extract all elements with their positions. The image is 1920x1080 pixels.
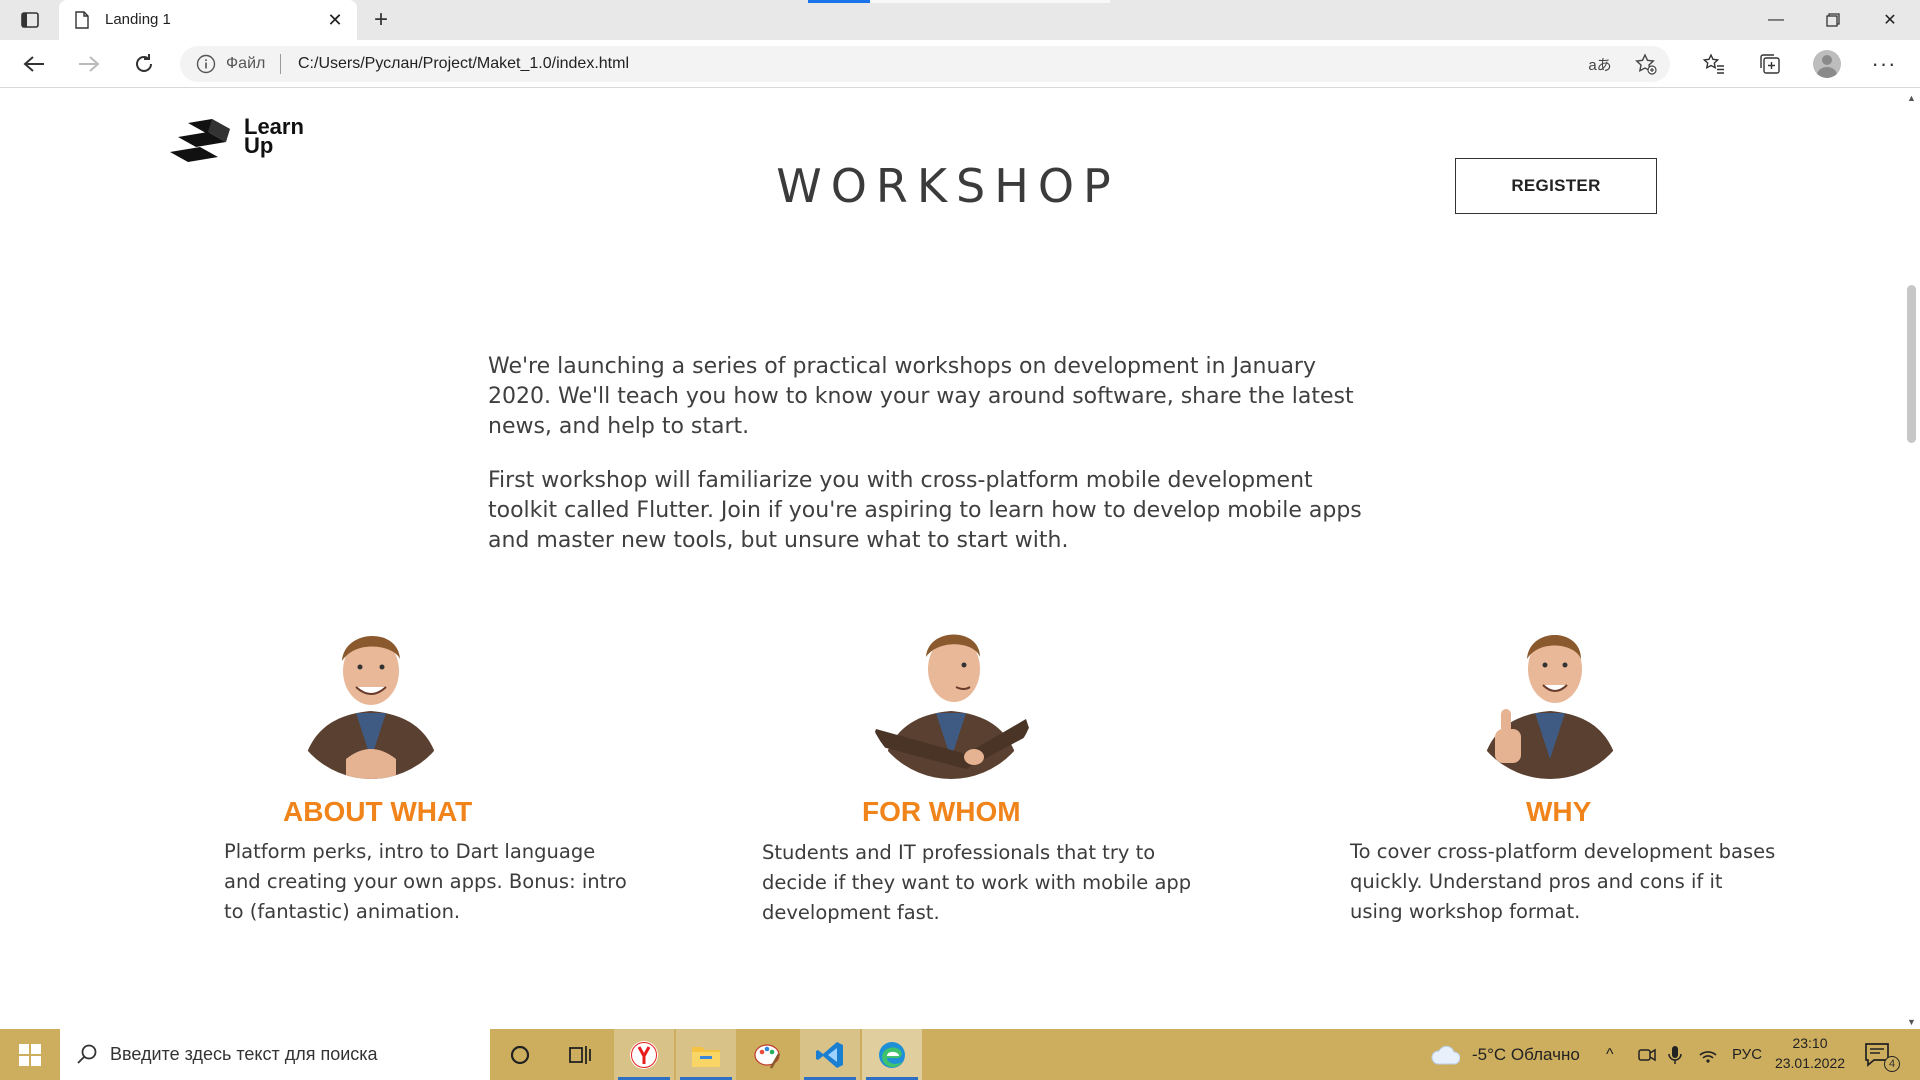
more-menu-icon[interactable]: ···	[1866, 48, 1902, 80]
wifi-icon[interactable]	[1698, 1029, 1718, 1080]
feature-title: FOR WHOM	[862, 796, 1021, 827]
register-button[interactable]: REGISTER	[1455, 158, 1657, 214]
weather-text: -5°C Облачно	[1472, 1044, 1580, 1064]
search-placeholder: Введите здесь текст для поиска	[110, 1044, 378, 1064]
presenter-photo-smiling	[286, 609, 456, 779]
tray-overflow-icon[interactable]: ^	[1606, 1029, 1614, 1080]
scrollbar-thumb[interactable]	[1907, 285, 1916, 443]
scroll-down-icon[interactable]: ▼	[1907, 1017, 1916, 1027]
clock-time: 23:10	[1792, 1035, 1828, 1051]
scheme-label: Файл	[226, 55, 266, 72]
profile-avatar[interactable]	[1809, 48, 1845, 80]
logo-text: Learn Up	[244, 116, 304, 157]
notification-center-icon[interactable]: 4	[1862, 1039, 1900, 1072]
url-text[interactable]: C:/Users/Руслан/Project/Maket_1.0/index.…	[298, 55, 629, 73]
system-clock[interactable]: 23:10 23.01.2022	[1760, 1033, 1860, 1073]
windows-start-icon[interactable]	[0, 1029, 60, 1080]
loading-indicator-track	[870, 0, 1110, 3]
feature-description: Platform perks, intro to Dart language a…	[224, 840, 627, 923]
intro-paragraph-1: We're launching a series of practical wo…	[488, 354, 1354, 439]
browser-toolbar: Файл C:/Users/Руслан/Project/Maket_1.0/i…	[0, 40, 1920, 88]
meet-now-icon[interactable]	[1638, 1029, 1656, 1080]
restore-icon[interactable]	[1805, 0, 1861, 40]
back-icon[interactable]	[16, 48, 52, 80]
feature-description: To cover cross-platform development base…	[1350, 840, 1776, 923]
tab-actions-icon[interactable]	[12, 8, 48, 32]
vertical-scrollbar[interactable]: ▲ ▼	[1903, 89, 1920, 1029]
task-view-icon[interactable]	[550, 1029, 610, 1080]
browser-tab-strip: Landing 1 ✕ + — ✕	[0, 0, 1920, 40]
file-explorer-icon[interactable]	[676, 1029, 736, 1080]
forward-icon[interactable]	[71, 48, 107, 80]
windows-taskbar: Введите здесь текст для поиска -5°C Обла…	[0, 1029, 1920, 1080]
info-icon[interactable]	[196, 54, 216, 79]
page-icon	[75, 11, 89, 29]
language-indicator[interactable]: РУС	[1732, 1029, 1762, 1080]
paint-icon[interactable]	[738, 1029, 798, 1080]
notification-badge: 4	[1884, 1056, 1900, 1072]
close-window-icon[interactable]: ✕	[1862, 0, 1918, 40]
reload-icon[interactable]	[126, 48, 162, 80]
loading-indicator	[808, 0, 870, 3]
presenter-photo-pointing	[866, 609, 1036, 779]
tab-title: Landing 1	[105, 11, 171, 28]
intro-paragraph-2: First workshop will familiarize you with…	[488, 468, 1362, 553]
divider	[280, 54, 281, 74]
new-tab-button[interactable]: +	[366, 6, 396, 34]
feature-title: WHY	[1526, 796, 1592, 827]
search-icon	[76, 1043, 98, 1070]
cortana-icon[interactable]	[490, 1029, 550, 1080]
read-aloud-translate-icon[interactable]: aあ	[1586, 52, 1614, 76]
yandex-browser-icon[interactable]	[614, 1029, 674, 1080]
scroll-up-icon[interactable]: ▲	[1907, 93, 1916, 103]
favorites-icon[interactable]	[1696, 48, 1732, 80]
close-tab-icon[interactable]: ✕	[323, 8, 347, 32]
minimize-icon[interactable]: —	[1748, 0, 1804, 40]
page-viewport: Learn Up WORKSHOP REGISTER We're launchi…	[0, 89, 1920, 1029]
add-favorite-icon[interactable]	[1632, 52, 1660, 76]
feature-title: ABOUT WHAT	[283, 796, 473, 827]
address-bar[interactable]: Файл C:/Users/Руслан/Project/Maket_1.0/i…	[180, 46, 1670, 82]
edge-browser-icon[interactable]	[862, 1029, 922, 1080]
clock-date: 23.01.2022	[1774, 1055, 1846, 1071]
presenter-photo-thumbs-up	[1465, 609, 1635, 779]
vscode-icon[interactable]	[800, 1029, 860, 1080]
microphone-icon[interactable]	[1668, 1029, 1682, 1080]
cloud-icon	[1431, 1045, 1460, 1064]
browser-tab[interactable]: Landing 1 ✕	[59, 0, 357, 40]
weather-widget[interactable]: -5°C Облачно	[1430, 1029, 1580, 1080]
feature-description: Students and IT professionals that try t…	[762, 841, 1192, 924]
collections-icon[interactable]	[1752, 48, 1788, 80]
taskbar-search[interactable]: Введите здесь текст для поиска	[60, 1029, 490, 1080]
intro-text: We're launching a series of practical wo…	[488, 352, 1368, 580]
